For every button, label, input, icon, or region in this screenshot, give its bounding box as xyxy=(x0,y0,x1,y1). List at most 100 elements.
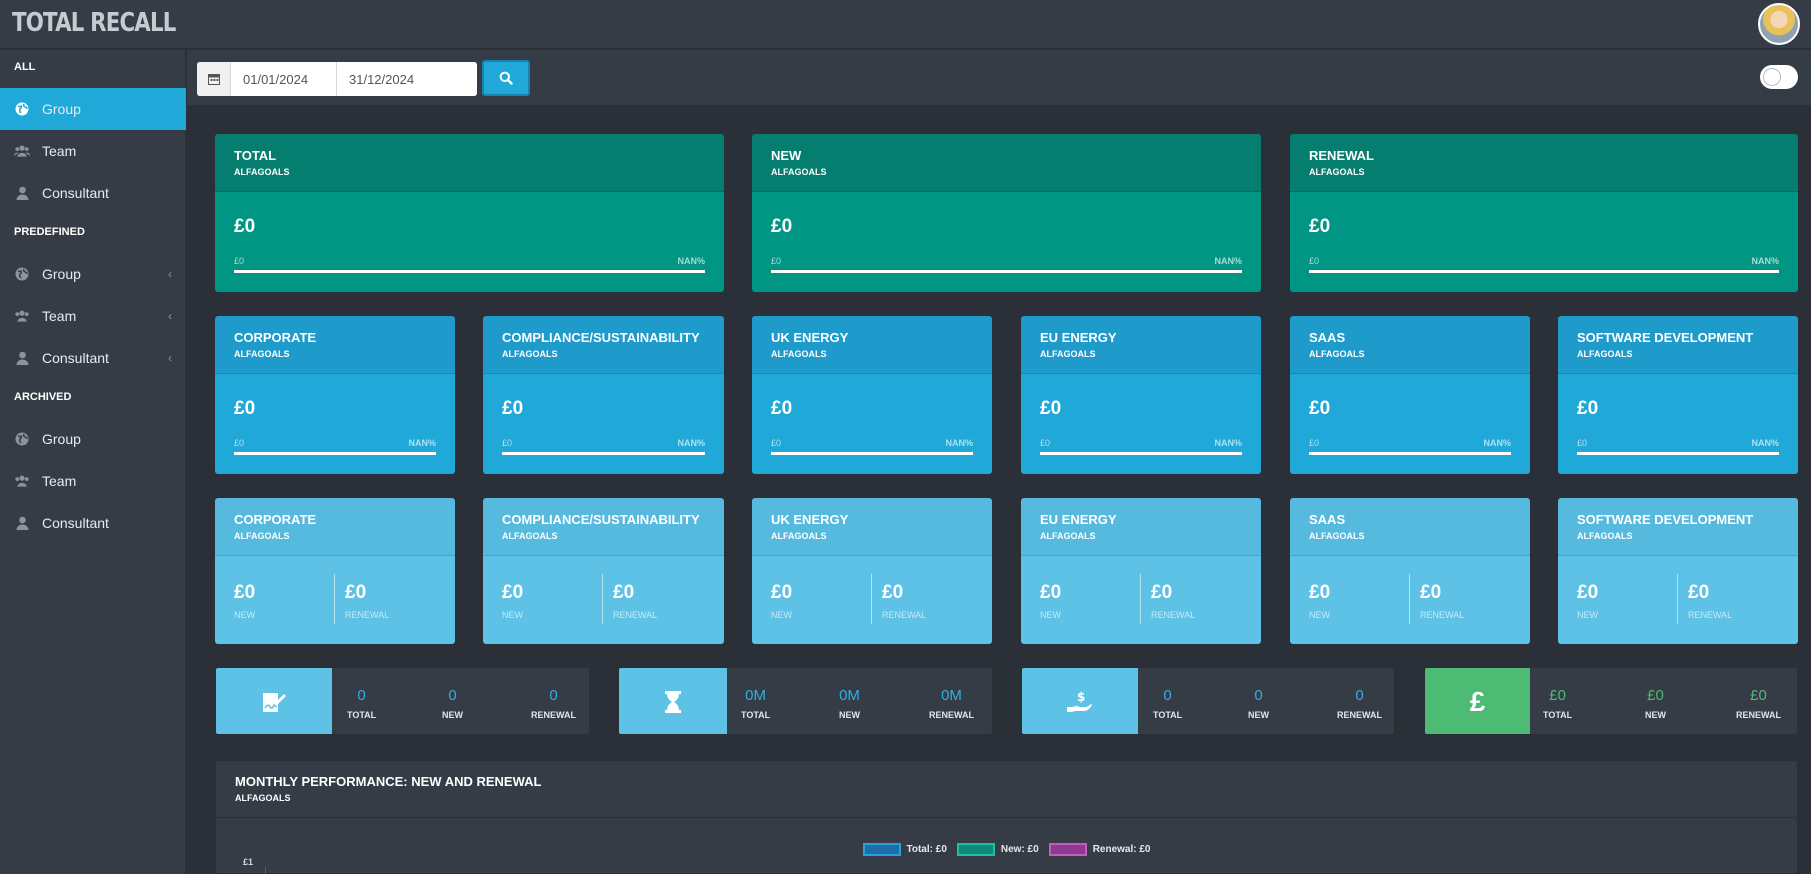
renewal-label: RENEWAL xyxy=(345,610,390,620)
progress-bar xyxy=(1040,452,1242,455)
card-title: CORPORATE xyxy=(234,512,317,527)
stat-value: 0M xyxy=(941,687,962,704)
renewal-label: RENEWAL xyxy=(1151,610,1196,620)
chevron-left-icon[interactable]: ‹ xyxy=(168,309,172,323)
sector-card-software-development: SOFTWARE DEVELOPMENT ALFAGOALS £0 £0 NAN% xyxy=(1558,316,1798,474)
sidebar-heading-archived: ARCHIVED xyxy=(14,391,72,403)
sidebar-item-label: Consultant xyxy=(42,350,109,366)
card-min-value: £0 xyxy=(234,438,245,448)
sidebar-item-predefined-team[interactable]: Team ‹ xyxy=(0,295,186,337)
sidebar-item-archived-team[interactable]: Team xyxy=(0,460,186,502)
users-icon xyxy=(14,308,30,324)
user-avatar[interactable] xyxy=(1758,3,1800,45)
card-subtitle: ALFAGOALS xyxy=(1309,349,1365,359)
stat-label: NEW xyxy=(1248,710,1269,720)
card-subtitle: ALFAGOALS xyxy=(234,349,290,359)
sector-card-uk-energy: UK ENERGY ALFAGOALS £0 £0 NAN% xyxy=(752,316,992,474)
card-value: £0 xyxy=(1309,398,1331,419)
new-value: £0 xyxy=(234,582,256,603)
stat-value: 0M xyxy=(745,687,766,704)
stat-value: 0 xyxy=(448,687,457,704)
hourglass-icon xyxy=(619,668,727,734)
card-title: CORPORATE xyxy=(234,330,317,345)
card-title: UK ENERGY xyxy=(771,512,849,527)
legend-swatch xyxy=(956,843,995,856)
card-title: RENEWAL xyxy=(1309,148,1374,163)
signed-document-icon xyxy=(216,668,332,734)
sidebar: ALL Group Team Consultant PREDEFINED Gro… xyxy=(0,50,186,874)
legend-item-new[interactable]: New: £0 xyxy=(956,843,1039,856)
divider xyxy=(1677,574,1678,624)
card-title: EU ENERGY xyxy=(1040,330,1117,345)
date-from-input[interactable] xyxy=(231,62,337,96)
progress-bar xyxy=(502,452,705,455)
sidebar-item-all-consultant[interactable]: Consultant xyxy=(0,172,186,214)
divider xyxy=(1409,574,1410,624)
new-label: NEW xyxy=(771,610,792,620)
monthly-performance-panel: MONTHLY PERFORMANCE: NEW AND RENEWAL ALF… xyxy=(215,760,1798,874)
card-subtitle: ALFAGOALS xyxy=(502,531,558,541)
sidebar-item-all-group[interactable]: Group xyxy=(0,88,186,130)
summary-card-renewal: RENEWAL ALFAGOALS £0 £0 NAN% xyxy=(1290,134,1798,292)
stat-value: £0 xyxy=(1750,687,1767,704)
card-min-value: £0 xyxy=(1309,256,1320,266)
card-title: SAAS xyxy=(1309,512,1346,527)
stat-label: NEW xyxy=(839,710,860,720)
user-icon xyxy=(14,185,30,201)
panel-title: MONTHLY PERFORMANCE: NEW AND RENEWAL xyxy=(235,774,542,789)
progress-bar xyxy=(771,270,1242,273)
new-label: NEW xyxy=(1040,610,1061,620)
chevron-left-icon[interactable]: ‹ xyxy=(168,267,172,281)
chevron-left-icon[interactable]: ‹ xyxy=(168,351,172,365)
globe-icon xyxy=(14,266,30,282)
stat-label: TOTAL xyxy=(741,710,771,720)
divider xyxy=(871,574,872,624)
card-subtitle: ALFAGOALS xyxy=(234,531,290,541)
new-value: £0 xyxy=(1577,582,1599,603)
date-to-input[interactable] xyxy=(337,62,477,96)
new-value: £0 xyxy=(1309,582,1331,603)
legend-swatch xyxy=(1048,843,1087,856)
card-percent: NAN% xyxy=(677,438,705,448)
panel-subtitle: ALFAGOALS xyxy=(235,793,291,803)
summary-card-new: NEW ALFAGOALS £0 £0 NAN% xyxy=(752,134,1261,292)
legend-item-total[interactable]: Total: £0 xyxy=(862,843,947,856)
sidebar-item-archived-consultant[interactable]: Consultant xyxy=(0,502,186,544)
top-bar: TOTAL RECALL xyxy=(0,0,1811,49)
card-min-value: £0 xyxy=(1577,438,1588,448)
theme-toggle[interactable] xyxy=(1760,65,1798,89)
split-card-software-development: SOFTWARE DEVELOPMENT ALFAGOALS £0 NEW £0 RE… xyxy=(1558,498,1798,644)
sidebar-item-archived-group[interactable]: Group xyxy=(0,418,186,460)
sidebar-item-predefined-group[interactable]: Group ‹ xyxy=(0,253,186,295)
stat-value: 0 xyxy=(357,687,366,704)
legend-label: New: £0 xyxy=(1000,844,1039,855)
renewal-label: RENEWAL xyxy=(1420,610,1465,620)
card-subtitle: ALFAGOALS xyxy=(234,167,290,177)
sidebar-item-label: Group xyxy=(42,431,81,447)
toggle-knob xyxy=(1763,68,1781,86)
stat-placements: 0 TOTAL 0 NEW 0 RENEWAL xyxy=(215,667,590,735)
card-value: £0 xyxy=(771,216,793,237)
search-button[interactable] xyxy=(482,60,530,96)
sidebar-item-all-team[interactable]: Team xyxy=(0,130,186,172)
calendar-icon[interactable] xyxy=(197,62,231,96)
card-subtitle: ALFAGOALS xyxy=(771,167,827,177)
stat-value: 0 xyxy=(1254,687,1263,704)
card-subtitle: ALFAGOALS xyxy=(771,531,827,541)
hand-money-icon: $ xyxy=(1022,668,1138,734)
sidebar-item-predefined-consultant[interactable]: Consultant ‹ xyxy=(0,337,186,379)
card-subtitle: ALFAGOALS xyxy=(1577,349,1633,359)
sidebar-item-label: Group xyxy=(42,101,81,117)
card-title: TOTAL xyxy=(234,148,277,163)
legend-label: Renewal: £0 xyxy=(1092,844,1151,855)
legend-item-renewal[interactable]: Renewal: £0 xyxy=(1048,843,1151,856)
new-value: £0 xyxy=(1040,582,1062,603)
user-icon xyxy=(14,350,30,366)
stat-label: TOTAL xyxy=(1153,710,1183,720)
app-logo[interactable]: TOTAL RECALL xyxy=(12,8,176,38)
card-min-value: £0 xyxy=(771,256,782,266)
renewal-value: £0 xyxy=(345,582,367,603)
sector-card-saas: SAAS ALFAGOALS £0 £0 NAN% xyxy=(1290,316,1530,474)
renewal-value: £0 xyxy=(1420,582,1442,603)
card-title: COMPLIANCE/SUSTAINABILITY xyxy=(502,512,700,527)
